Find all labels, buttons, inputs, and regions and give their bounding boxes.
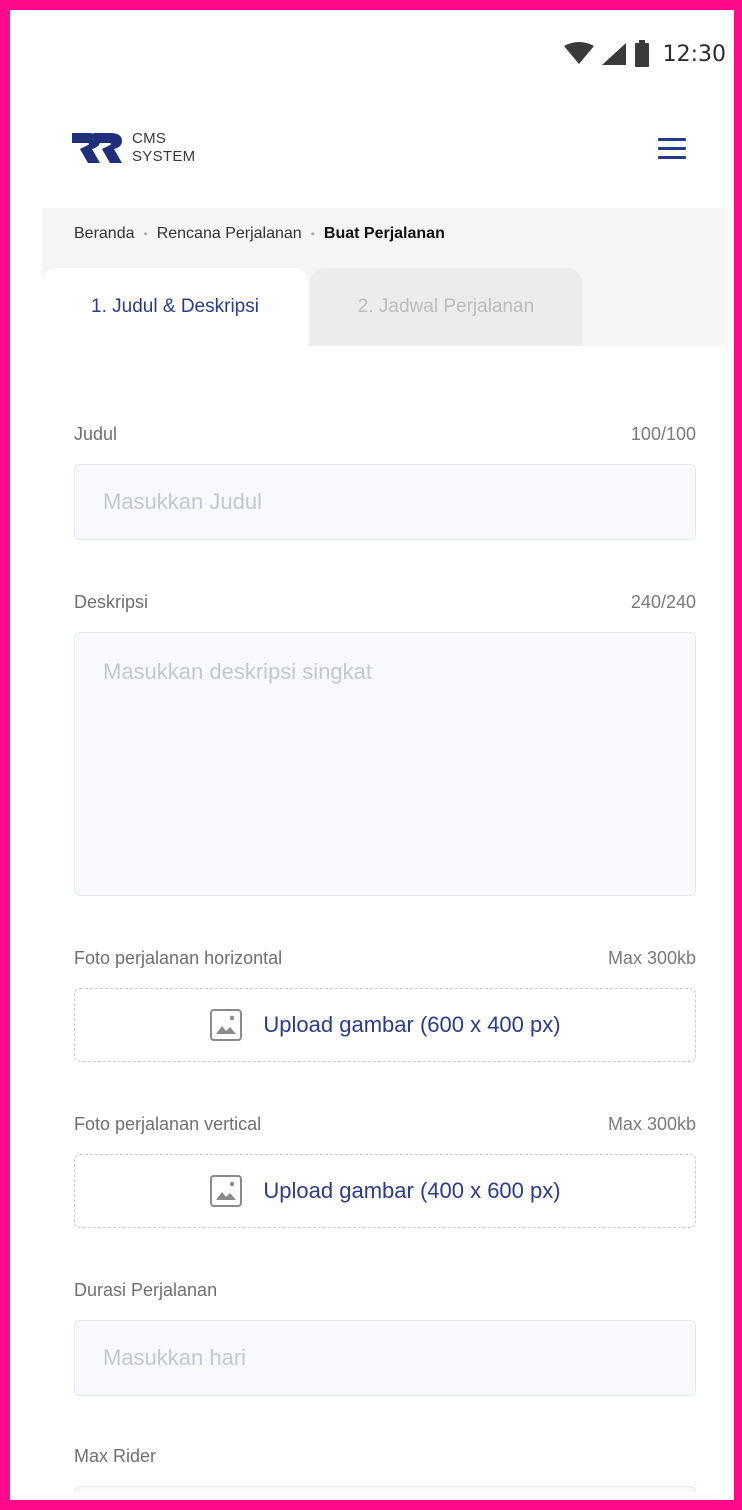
breadcrumb-separator: •	[310, 227, 315, 241]
status-time: 12:30	[662, 41, 726, 67]
logo-line-2: SYSTEM	[132, 148, 196, 165]
photo-horizontal-label: Foto perjalanan horizontal	[74, 948, 283, 968]
status-bar: 12:30	[42, 28, 726, 80]
upload-horizontal-button[interactable]: Upload gambar (600 x 400 px)	[74, 988, 696, 1062]
photo-vertical-label: Foto perjalanan vertical	[74, 1114, 262, 1134]
description-counter: 240/240	[630, 592, 696, 612]
photo-vertical-limit: Max 300kb	[607, 1114, 696, 1134]
breadcrumb-item-home[interactable]: Beranda	[74, 225, 135, 243]
logo-icon	[72, 133, 122, 163]
breadcrumb: Beranda • Rencana Perjalanan • Buat Perj…	[74, 216, 445, 252]
logo-line-1: CMS	[132, 130, 167, 147]
breadcrumb-item-plans[interactable]: Rencana Perjalanan	[157, 225, 302, 243]
trip-form: Judul 100/100 Deskripsi 240/240 Foto per…	[42, 346, 726, 1492]
battery-icon	[634, 40, 649, 67]
signal-icon	[601, 43, 626, 65]
logo-text: CMS SYSTEM	[132, 130, 195, 166]
upload-vertical-text: Upload gambar (400 x 600 px)	[263, 1178, 561, 1203]
status-icons: 12:30	[563, 40, 726, 68]
description-label: Deskripsi	[74, 592, 149, 612]
phone-screen: 12:30 CMS SYSTEM Beranda • Rencana Perja…	[42, 28, 726, 1492]
image-icon	[210, 1175, 243, 1207]
tab-schedule[interactable]: 2. Jadwal Perjalanan	[310, 268, 582, 346]
menu-bar	[658, 138, 686, 141]
description-textarea[interactable]	[74, 632, 696, 896]
upload-horizontal-text: Upload gambar (600 x 400 px)	[263, 1012, 561, 1037]
breadcrumb-current: Buat Perjalanan	[323, 225, 445, 242]
menu-bar	[658, 147, 686, 150]
breadcrumb-separator: •	[143, 227, 148, 241]
menu-bar	[658, 156, 686, 159]
duration-label: Durasi Perjalanan	[74, 1280, 218, 1300]
image-icon	[210, 1009, 243, 1041]
upload-vertical-button[interactable]: Upload gambar (400 x 600 px)	[74, 1154, 696, 1228]
app-header: CMS SYSTEM	[42, 80, 726, 208]
max-rider-label: Max Rider	[74, 1446, 157, 1466]
duration-input[interactable]	[74, 1320, 696, 1396]
tab-title-description[interactable]: 1. Judul & Deskripsi	[42, 268, 308, 346]
title-input[interactable]	[74, 464, 696, 540]
wifi-icon	[563, 42, 594, 64]
title-label: Judul	[74, 424, 118, 444]
title-counter: 100/100	[630, 424, 696, 444]
photo-horizontal-limit: Max 300kb	[607, 948, 696, 968]
menu-icon[interactable]	[658, 138, 686, 160]
max-rider-input[interactable]	[74, 1486, 696, 1492]
form-tabs: 1. Judul & Deskripsi 2. Jadwal Perjalana…	[42, 268, 726, 346]
logo[interactable]: CMS SYSTEM	[70, 130, 195, 166]
